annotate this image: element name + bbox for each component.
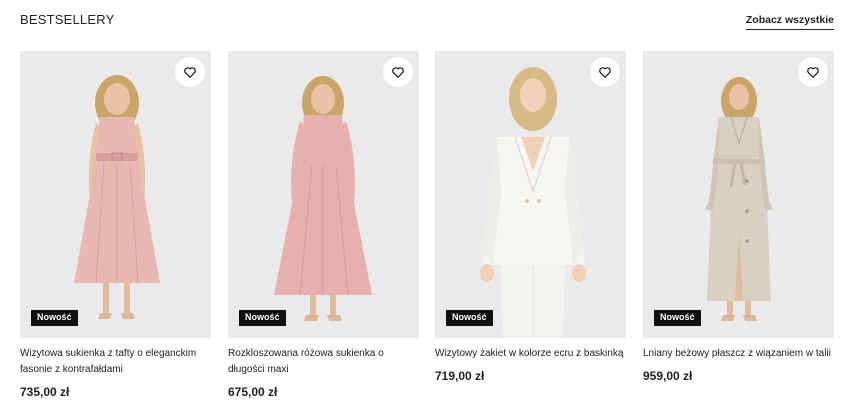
product-name[interactable]: Wizytowy żakiet w kolorze ecru z baskink… bbox=[435, 346, 626, 362]
favorite-button[interactable] bbox=[590, 57, 620, 87]
new-badge: Nowość bbox=[239, 310, 286, 326]
section-title: BESTSELLERY bbox=[20, 12, 115, 27]
favorite-button[interactable] bbox=[383, 57, 413, 87]
favorite-button[interactable] bbox=[175, 57, 205, 87]
product-image[interactable]: Nowość bbox=[228, 51, 419, 338]
heart-outline-icon bbox=[392, 67, 404, 78]
product-grid: Nowość Wizytowa sukienka z tafty o elega… bbox=[20, 51, 836, 400]
see-all-link[interactable]: Zobacz wszystkie bbox=[745, 14, 834, 30]
product-card[interactable]: Nowość Wizytowy żakiet w kolorze ecru z … bbox=[435, 51, 626, 400]
heart-outline-icon bbox=[599, 67, 611, 78]
favorite-button[interactable] bbox=[798, 57, 828, 87]
product-card[interactable]: Nowość Lniany beżowy płaszcz z wiązaniem… bbox=[643, 51, 834, 400]
product-image[interactable]: Nowość bbox=[435, 51, 626, 338]
product-image[interactable]: Nowość bbox=[643, 51, 834, 338]
bestsellers-section: BESTSELLERY Zobacz wszystkie Nowość Wizy… bbox=[0, 0, 856, 400]
product-photo-jacket-ecru bbox=[435, 51, 626, 338]
new-badge: Nowość bbox=[654, 310, 701, 326]
product-name[interactable]: Lniany beżowy płaszcz z wiązaniem w tali… bbox=[643, 346, 834, 362]
product-price: 675,00 zł bbox=[228, 385, 278, 399]
new-badge: Nowość bbox=[446, 310, 493, 326]
product-card[interactable]: Nowość Wizytowa sukienka z tafty o elega… bbox=[20, 51, 211, 400]
product-price: 719,00 zł bbox=[435, 369, 485, 383]
product-image[interactable]: Nowość bbox=[20, 51, 211, 338]
product-name[interactable]: Wizytowa sukienka z tafty o eleganckim f… bbox=[20, 346, 211, 378]
product-photo-maxi-dress-pink bbox=[228, 51, 419, 338]
product-price: 959,00 zł bbox=[643, 369, 693, 383]
product-card[interactable]: Nowość Rozkloszowana różowa sukienka o d… bbox=[228, 51, 419, 400]
heart-outline-icon bbox=[184, 67, 196, 78]
product-name[interactable]: Rozkloszowana różowa sukienka o długości… bbox=[228, 346, 419, 378]
new-badge: Nowość bbox=[31, 310, 78, 326]
product-price: 735,00 zł bbox=[20, 385, 70, 399]
product-photo-linen-coat bbox=[643, 51, 834, 338]
heart-outline-icon bbox=[807, 67, 819, 78]
product-photo-dress-pink bbox=[20, 51, 211, 338]
